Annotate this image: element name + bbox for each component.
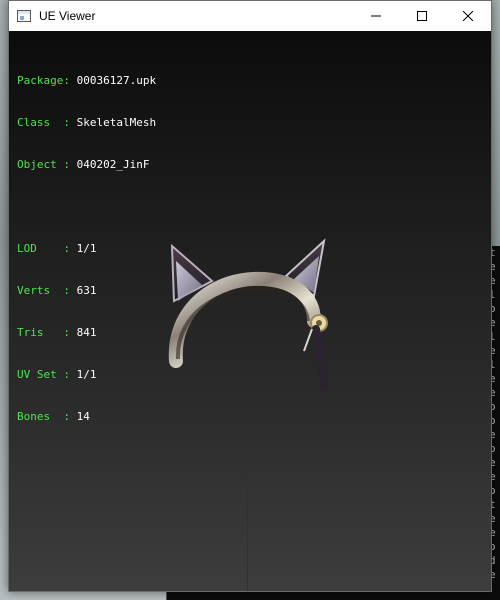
- mesh-info-overlay: Package: 00036127.upk Class : SkeletalMe…: [17, 46, 156, 452]
- headband-mesh-render[interactable]: [154, 201, 334, 391]
- info-label: Tris :: [17, 326, 77, 339]
- info-value: 841: [76, 326, 97, 339]
- window-controls: [353, 1, 491, 31]
- minimize-button[interactable]: [353, 1, 399, 31]
- info-label: UV Set :: [17, 368, 77, 381]
- app-window-icon: [17, 10, 31, 22]
- info-value: 040202_JinF: [76, 158, 150, 171]
- info-value: 1/1: [76, 368, 97, 381]
- minimize-icon: [371, 15, 381, 17]
- info-value: 631: [76, 284, 97, 297]
- info-row-object: Object : 040202_JinF: [17, 158, 156, 172]
- info-row-verts: Verts : 631: [17, 284, 156, 298]
- title-bar[interactable]: UE Viewer: [9, 1, 491, 31]
- info-row-uv-set: UV Set : 1/1: [17, 368, 156, 382]
- info-value: SkeletalMesh: [76, 116, 157, 129]
- info-value: 14: [76, 410, 90, 423]
- ue-viewer-window[interactable]: UE Viewer Package: 00036127.upk Class: …: [8, 0, 492, 592]
- close-button[interactable]: [445, 1, 491, 31]
- info-label: Object :: [17, 158, 77, 171]
- info-value: 1/1: [76, 242, 97, 255]
- info-label: Verts :: [17, 284, 77, 297]
- info-label: Package:: [17, 74, 77, 87]
- info-label: Class :: [17, 116, 77, 129]
- maximize-button[interactable]: [399, 1, 445, 31]
- info-row-class: Class : SkeletalMesh: [17, 116, 156, 130]
- close-icon: [463, 11, 473, 21]
- info-row-lod: LOD : 1/1: [17, 242, 156, 256]
- info-row-tris: Tris : 841: [17, 326, 156, 340]
- 3d-viewport[interactable]: Package: 00036127.upk Class : SkeletalMe…: [9, 31, 491, 591]
- maximize-icon: [417, 11, 427, 21]
- info-value: 00036127.upk: [76, 74, 157, 87]
- axis-line: [247, 447, 248, 591]
- info-row-bones: Bones : 14: [17, 410, 156, 424]
- info-label: Bones :: [17, 410, 77, 423]
- window-title: UE Viewer: [39, 9, 96, 23]
- info-label: LOD :: [17, 242, 77, 255]
- info-row-package: Package: 00036127.upk: [17, 74, 156, 88]
